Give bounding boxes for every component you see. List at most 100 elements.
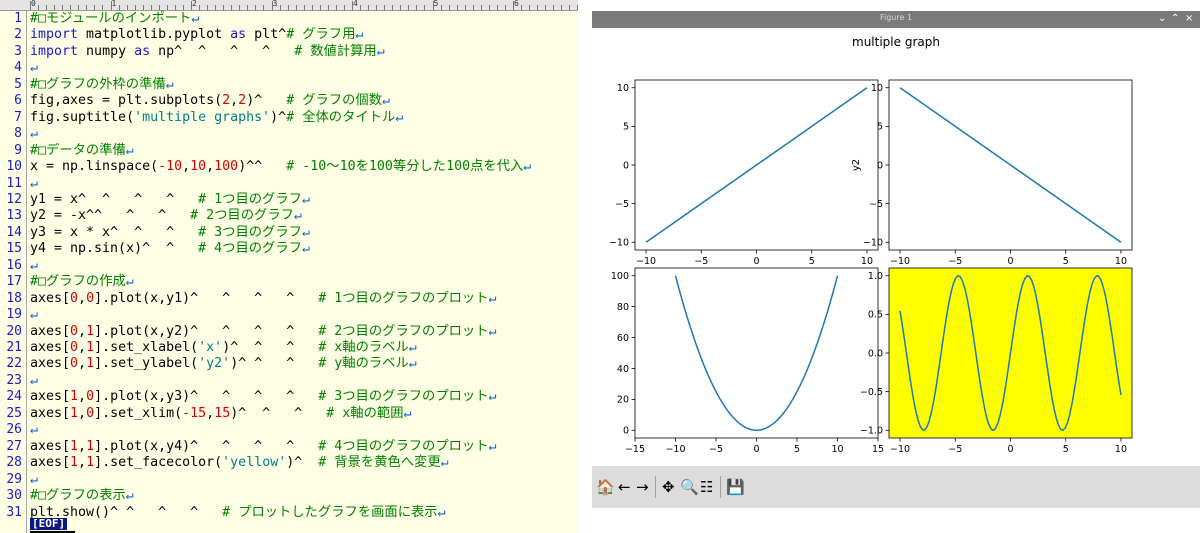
code-line[interactable]: y3 = x * x^ ^ ^ # 3つ目のグラフ↵: [30, 225, 310, 241]
code-editor[interactable]: 0123456 1 2 3 4 5 6 7 8 9 10 11 12 13 14 15 16 17 18 19 20 2…: [0, 0, 578, 533]
code-token: 0: [86, 290, 95, 306]
code-line[interactable]: ↵: [30, 472, 38, 488]
close-button[interactable]: ×: [1185, 12, 1193, 26]
subplot-bottom-right: −10 −5 0 5 10 −1.0 −0.5 0.0 0.5 1.0: [860, 267, 1133, 455]
y-tick-label: 0.0: [868, 348, 883, 359]
code-line[interactable]: ↵: [30, 176, 38, 192]
code-token: # x軸のラベル: [318, 340, 409, 355]
zoom-icon[interactable]: 🔍: [680, 478, 699, 496]
ruler-tick: [311, 5, 313, 10]
code-line[interactable]: ↵: [30, 126, 38, 142]
line-number: 20: [6, 323, 22, 339]
code-line[interactable]: ↵: [30, 60, 38, 76]
forward-arrow-icon[interactable]: →: [636, 478, 649, 496]
newline-mark: ↵: [30, 372, 39, 388]
code-token: ,: [230, 93, 239, 109]
code-line[interactable]: ↵: [30, 258, 38, 274]
x-tick-label: −5: [948, 444, 962, 455]
y-tick-label: 0: [623, 160, 629, 171]
code-token: 'y2': [198, 356, 231, 372]
code-line[interactable]: #□モジュールのインポート↵: [30, 11, 199, 27]
code-line[interactable]: #□グラフの作成↵: [30, 274, 134, 290]
line-number: 27: [6, 438, 22, 454]
ruler-tick: [504, 5, 506, 10]
code-line[interactable]: import numpy as np^ ^ ^ ^ # 数値計算用↵: [30, 44, 385, 60]
maximize-button[interactable]: ⌃: [1171, 12, 1179, 26]
code-line[interactable]: axes[1,1].set_facecolor('yellow')^ # 背景を…: [30, 455, 449, 471]
code-line[interactable]: axes[1,0].plot(x,y3)^ ^ ^ ^ # 3つ目のグラフのプロ…: [30, 389, 497, 405]
newline-mark: ↵: [30, 307, 39, 323]
ruler-tick: [199, 5, 201, 10]
code-line[interactable]: x = np.linspace(-10,10,100)^^ # -10～10を1…: [30, 159, 531, 175]
line-number: 29: [6, 471, 22, 487]
code-line[interactable]: ↵: [30, 307, 38, 323]
line-number: 14: [6, 224, 22, 240]
code-line[interactable]: fig,axes = plt.subplots(2,2)^ # グラフの個数↵: [30, 93, 390, 109]
configure-subplots-icon[interactable]: ☷: [700, 478, 713, 496]
back-arrow-icon[interactable]: ←: [618, 478, 631, 496]
code-line[interactable]: axes[0,1].plot(x,y2)^ ^ ^ ^ # 2つ目のグラフのプロ…: [30, 324, 497, 340]
code-token: ,: [78, 323, 87, 339]
code-line[interactable]: axes[0,1].set_ylabel('y2')^ ^ ^ # y軸のラベル…: [30, 356, 417, 372]
code-token: 'x': [198, 340, 223, 355]
code-token: 10: [190, 159, 207, 175]
subplot-top-right: −10−50510−10−50510xy2: [851, 79, 1133, 278]
code-token: 100: [214, 159, 239, 175]
code-line[interactable]: axes[0,1].set_xlabel('x')^ ^ ^ # x軸のラベル↵: [30, 340, 417, 356]
newline-mark: ↵: [30, 471, 39, 487]
code-line[interactable]: y1 = x^ ^ ^ ^ # 1つ目のグラフ↵: [30, 192, 310, 208]
code-token: y1 = x^ ^ ^ ^: [30, 191, 199, 207]
y-tick-label: 0: [877, 160, 883, 171]
newline-mark: ↵: [30, 175, 39, 191]
save-icon[interactable]: 💾: [726, 478, 745, 496]
ruler-tick: [279, 5, 281, 10]
newline-mark: ↵: [488, 438, 497, 454]
code-line[interactable]: ↵: [30, 422, 38, 438]
newline-mark: ↵: [301, 241, 310, 257]
code-line[interactable]: fig.suptitle('multiple graphs')^# 全体のタイト…: [30, 110, 403, 126]
code-token: numpy: [78, 43, 135, 59]
code-line[interactable]: axes[1,0].set_xlim(-15,15)^ ^ ^ # x軸の範囲↵: [30, 406, 412, 422]
code-line[interactable]: #□グラフの表示↵: [30, 488, 134, 504]
code-token: axes[: [30, 405, 71, 421]
code-token: 2: [238, 93, 247, 109]
ruler-tick: [303, 5, 305, 10]
figure-canvas: multiple graph −10 −5 0 5 10 −10 −5 0 5 10 −10 −5 0…: [609, 35, 1133, 455]
line-number: 28: [6, 455, 22, 471]
code-token: ,: [78, 405, 87, 421]
code-line[interactable]: ↵: [30, 373, 38, 389]
code-token: # 3つ目のグラフのプロット: [318, 389, 489, 405]
code-line[interactable]: y2 = -x^^ ^ ^ # 2つ目のグラフ↵: [30, 208, 302, 224]
code-line[interactable]: #□データの準備↵: [30, 143, 134, 159]
line-number: 7: [14, 109, 22, 125]
ruler-number: 4: [353, 0, 358, 8]
x-tick-label: −10: [890, 256, 910, 267]
y-tick-label: 0: [623, 426, 629, 437]
code-line[interactable]: plt.show()^ ^ ^ ^ # プロットしたグラフを画面に表示↵: [30, 505, 446, 521]
line-number: 22: [6, 356, 22, 372]
code-line[interactable]: axes[0,0].plot(x,y1)^ ^ ^ ^ # 1つ目のグラフのプロ…: [30, 291, 497, 307]
ruler-tick: [174, 5, 176, 10]
code-token: #□データの準備: [30, 142, 126, 158]
code-token: 15: [214, 405, 231, 421]
code-line[interactable]: #□グラフの外枠の準備↵: [30, 77, 174, 93]
figure-window[interactable]: Figure 1 ⌄ ⌃ × multiple graph −10 −5 0 5 10−…: [592, 11, 1200, 508]
ruler-tick: [448, 5, 450, 10]
code-token: 'multiple graphs': [134, 109, 271, 125]
x-tick-label: 10: [861, 256, 873, 267]
minimize-button[interactable]: ⌄: [1158, 12, 1166, 26]
eof-marker: [EOF]: [30, 517, 68, 530]
code-line[interactable]: y4 = np.sin(x)^ ^ # 4つ目のグラフ↵: [30, 241, 310, 257]
ruler-tick: [126, 5, 128, 10]
code-line[interactable]: import matplotlib.pyplot as plt^# グラフ用↵: [30, 27, 363, 43]
window-titlebar[interactable]: Figure 1 ⌄ ⌃ ×: [592, 11, 1200, 28]
code-token: -10: [158, 159, 183, 175]
home-icon[interactable]: 🏠: [596, 478, 615, 496]
code-token: ].plot(x,y3)^ ^ ^ ^: [94, 389, 319, 405]
x-tick-label: −5: [694, 256, 708, 267]
x-tick-label: 5: [809, 256, 815, 267]
code-token: ,: [78, 290, 87, 306]
pan-icon[interactable]: ✥: [662, 478, 675, 496]
ruler-tick: [376, 5, 378, 10]
code-line[interactable]: axes[1,1].plot(x,y4)^ ^ ^ ^ # 4つ目のグラフのプロ…: [30, 439, 497, 455]
